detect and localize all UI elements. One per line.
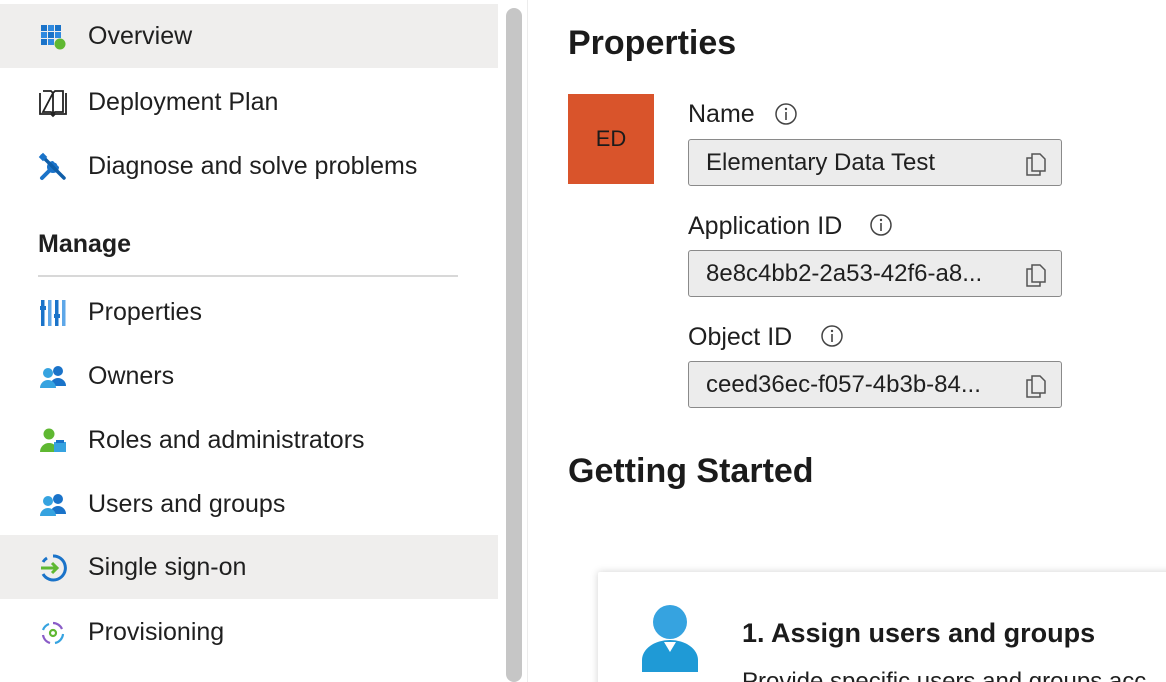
owners-icon (38, 362, 68, 392)
sidebar-item-provisioning[interactable]: Provisioning (0, 600, 498, 664)
overview-grid-icon (38, 22, 68, 52)
users-groups-icon (38, 490, 68, 520)
sidebar-item-label: Single sign-on (88, 553, 247, 581)
wrench-screwdriver-icon (38, 152, 68, 182)
single-sign-on-icon (38, 553, 68, 583)
card-title: 1. Assign users and groups (742, 618, 1096, 648)
sidebar-item-label: Provisioning (88, 618, 225, 646)
left-nav-sidebar: Overview Deployment Plan Diagnose and so… (0, 0, 500, 682)
manage-section-title: Manage (38, 230, 132, 258)
roles-icon (38, 426, 68, 456)
object-id-value: ceed36ec-f057-4b3b-84... (706, 371, 981, 398)
name-label: Name (688, 100, 755, 128)
provisioning-icon (38, 618, 68, 648)
application-id-field[interactable]: 8e8c4bb2-2a53-42f6-a8... (688, 250, 1062, 297)
sidebar-item-label: Owners (88, 362, 175, 390)
sidebar-item-label: Deployment Plan (88, 88, 279, 116)
info-icon[interactable] (774, 102, 798, 126)
assign-users-card[interactable]: 1. Assign users and groups Provide speci… (598, 572, 1166, 682)
getting-started-heading: Getting Started (568, 452, 814, 490)
sidebar-item-single-sign-on[interactable]: Single sign-on (0, 535, 498, 599)
app-avatar: ED (568, 94, 654, 184)
user-icon (642, 605, 698, 672)
sidebar-item-deployment-plan[interactable]: Deployment Plan (0, 70, 498, 134)
copy-icon[interactable] (1023, 262, 1049, 288)
sidebar-item-overview[interactable]: Overview (0, 4, 498, 68)
card-description: Provide specific users and groups acc (742, 668, 1147, 682)
sidebar-item-label: Overview (88, 22, 193, 50)
sidebar-item-users-groups[interactable]: Users and groups (0, 472, 498, 536)
object-id-label: Object ID (688, 323, 793, 351)
name-value: Elementary Data Test (706, 149, 935, 176)
sidebar-item-owners[interactable]: Owners (0, 344, 498, 408)
application-id-label: Application ID (688, 212, 843, 240)
avatar-initials: ED (595, 126, 627, 151)
properties-bars-icon (38, 298, 68, 328)
sidebar-item-properties[interactable]: Properties (0, 280, 498, 344)
section-divider (38, 275, 458, 277)
sidebar-item-diagnose[interactable]: Diagnose and solve problems (0, 134, 498, 198)
sidebar-item-label: Diagnose and solve problems (88, 152, 418, 180)
copy-icon[interactable] (1023, 151, 1049, 177)
sidebar-item-label: Users and groups (88, 490, 286, 518)
sidebar-item-label: Properties (88, 298, 202, 326)
book-icon (38, 88, 68, 118)
object-id-field[interactable]: ceed36ec-f057-4b3b-84... (688, 361, 1062, 408)
properties-heading: Properties (568, 24, 737, 62)
info-icon[interactable] (820, 324, 844, 348)
main-content: Properties ED Name Elementary Data Test … (528, 0, 1166, 682)
sidebar-scrollbar-thumb[interactable] (506, 8, 522, 682)
copy-icon[interactable] (1023, 373, 1049, 399)
sidebar-item-label: Roles and administrators (88, 426, 365, 454)
sidebar-item-roles[interactable]: Roles and administrators (0, 408, 498, 472)
application-id-value: 8e8c4bb2-2a53-42f6-a8... (706, 260, 983, 287)
name-field[interactable]: Elementary Data Test (688, 139, 1062, 186)
info-icon[interactable] (869, 213, 893, 237)
